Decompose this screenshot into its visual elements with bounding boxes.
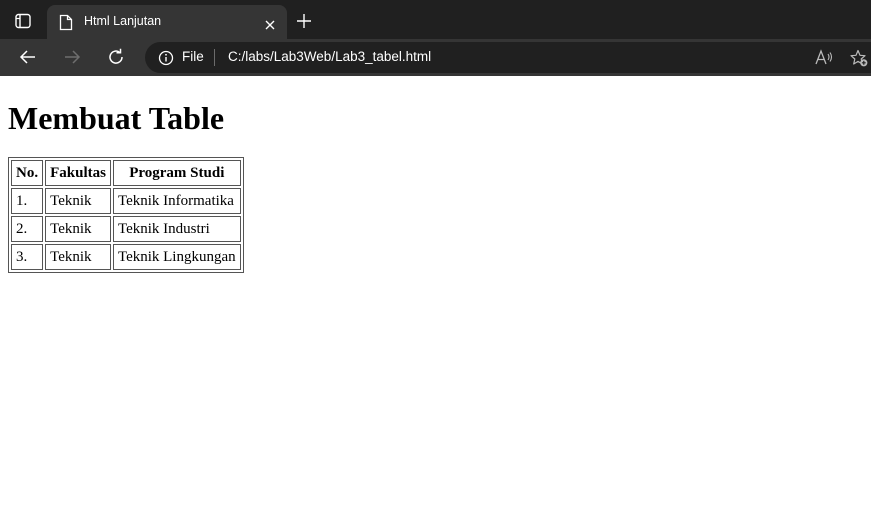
address-bar[interactable]: File C:/labs/Lab3Web/Lab3_tabel.html — [145, 42, 871, 73]
address-divider — [214, 49, 215, 66]
header-no: No. — [11, 160, 44, 186]
page-content: Membuat Table No. Fakultas Program Studi… — [0, 76, 871, 530]
cell-no: 1. — [11, 188, 44, 214]
data-table: No. Fakultas Program Studi 1. Teknik Tek… — [8, 157, 244, 273]
tab-strip: Html Lanjutan — [0, 0, 871, 39]
table-header-row: No. Fakultas Program Studi — [11, 160, 241, 186]
favorite-add-icon[interactable] — [850, 49, 868, 67]
cell-program-studi: Teknik Informatika — [112, 188, 241, 214]
table-row: 2. Teknik Teknik Industri — [11, 216, 241, 242]
cell-fakultas: Teknik — [45, 216, 111, 242]
cell-program-studi: Teknik Lingkungan — [112, 244, 241, 270]
cell-fakultas: Teknik — [45, 244, 111, 270]
info-icon[interactable] — [158, 50, 174, 66]
page-icon — [59, 14, 73, 31]
site-label[interactable]: File — [182, 49, 204, 64]
header-program-studi: Program Studi — [112, 160, 241, 186]
plus-icon[interactable] — [296, 13, 312, 29]
back-arrow-icon[interactable] — [18, 47, 38, 67]
close-icon[interactable] — [264, 16, 276, 30]
url-text[interactable]: C:/labs/Lab3Web/Lab3_tabel.html — [228, 49, 431, 64]
page-heading: Membuat Table — [8, 100, 225, 136]
browser-toolbar: File C:/labs/Lab3Web/Lab3_tabel.html — [0, 39, 871, 76]
table-row: 3. Teknik Teknik Lingkungan — [11, 244, 241, 270]
refresh-icon[interactable] — [106, 47, 126, 67]
cell-program-studi: Teknik Industri — [112, 216, 241, 242]
tab-title: Html Lanjutan — [84, 14, 162, 28]
read-aloud-icon[interactable] — [815, 49, 833, 66]
forward-arrow-icon[interactable] — [62, 47, 82, 67]
tab-actions-icon[interactable] — [14, 12, 32, 30]
cell-fakultas: Teknik — [45, 188, 111, 214]
table-row: 1. Teknik Teknik Informatika — [11, 188, 241, 214]
cell-no: 3. — [11, 244, 44, 270]
cell-no: 2. — [11, 216, 44, 242]
header-fakultas: Fakultas — [45, 160, 111, 186]
tab-html-lanjutan[interactable]: Html Lanjutan — [47, 5, 287, 39]
